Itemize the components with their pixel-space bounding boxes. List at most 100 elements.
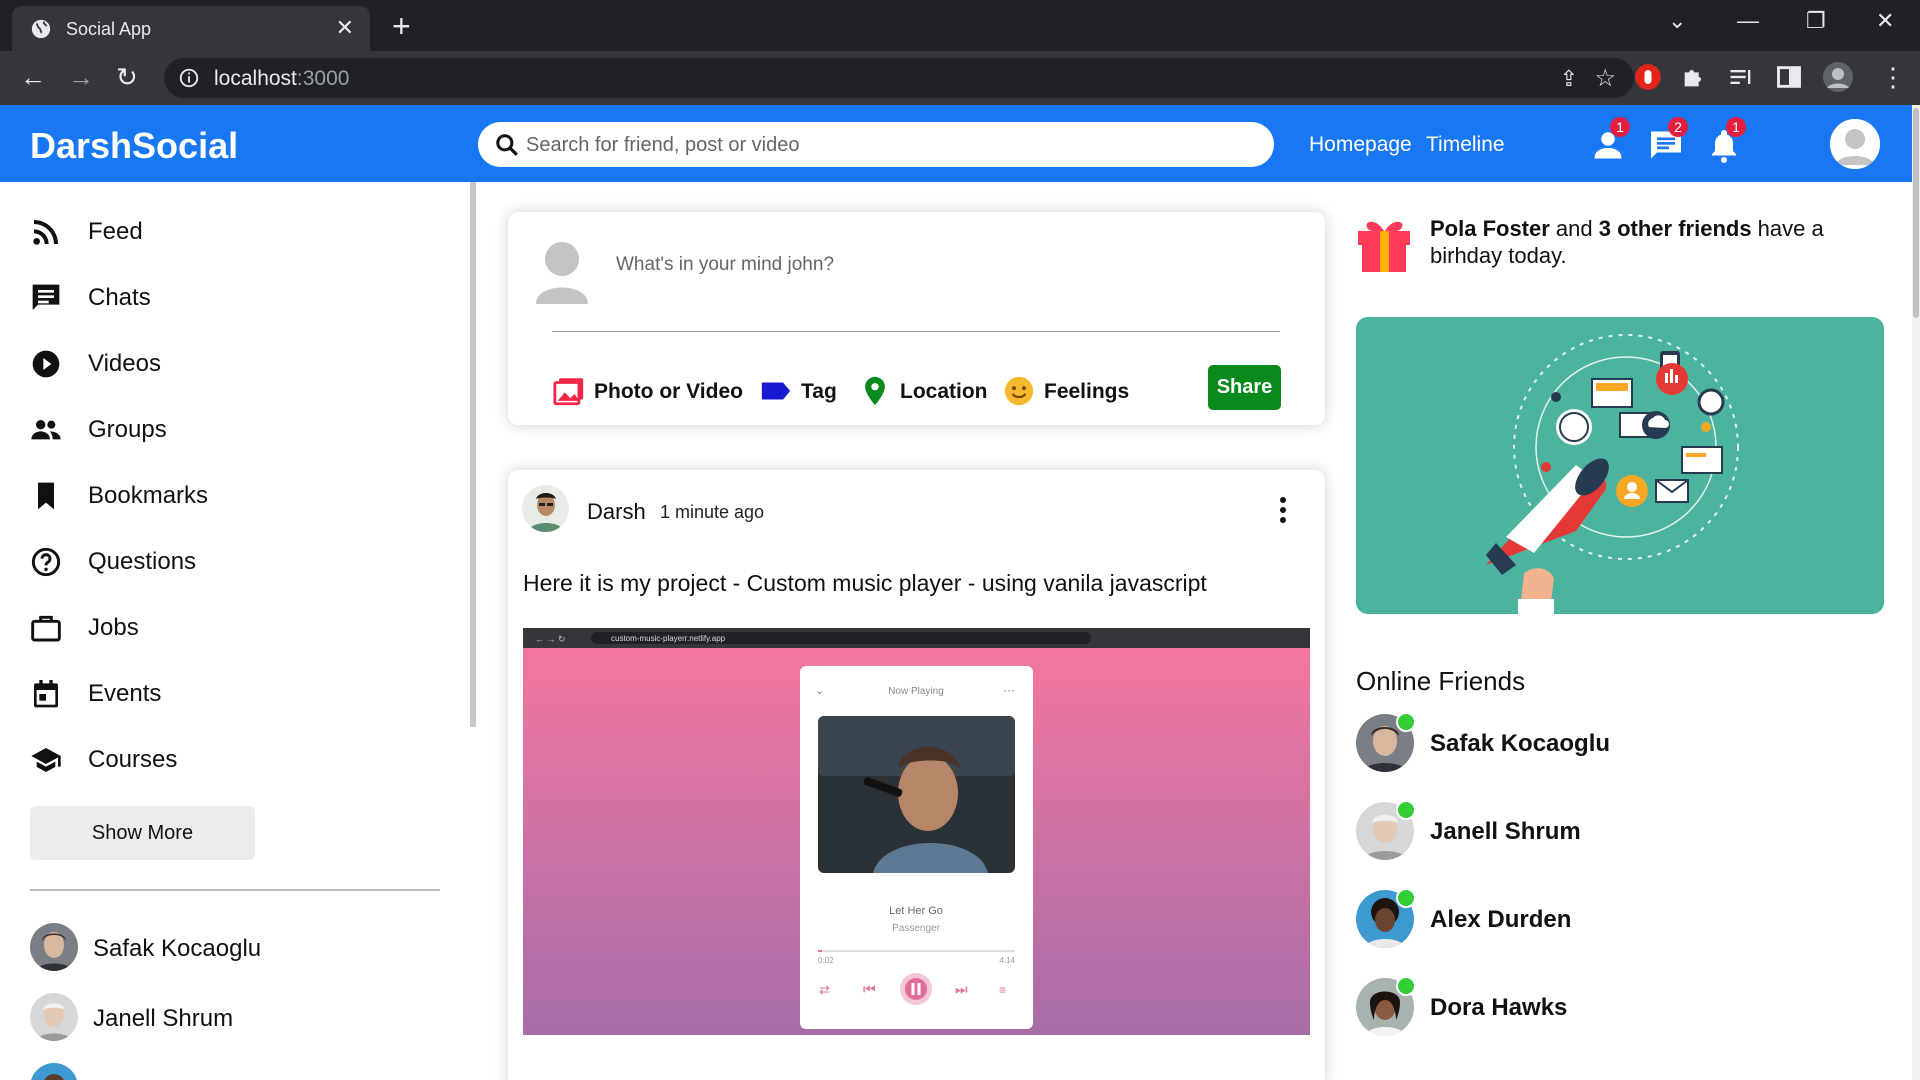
forward-icon[interactable]: → — [68, 62, 94, 93]
option-label: Feelings — [1044, 380, 1130, 403]
more-options-icon[interactable] — [1278, 495, 1288, 525]
info-icon — [179, 68, 199, 88]
share-page-icon[interactable]: ⇪ — [1560, 66, 1578, 92]
calendar-icon — [34, 680, 58, 708]
left-sidebar: Feed Chats Videos Groups Bookmarks Quest… — [0, 182, 470, 1080]
friend-avatar — [30, 993, 78, 1041]
close-tab-icon[interactable]: ✕ — [336, 15, 354, 41]
post-author-name[interactable]: Darsh — [587, 499, 646, 525]
url-host: localhost — [214, 67, 297, 90]
post-text: Here it is my project - Custom music pla… — [523, 570, 1207, 596]
bookmark-icon — [38, 482, 54, 510]
extensions-puzzle-icon[interactable] — [1680, 63, 1708, 91]
default-avatar-icon — [1830, 119, 1880, 169]
sidebar-item-label: Bookmarks — [88, 482, 209, 509]
svg-text:Let Her Go: Let Her Go — [889, 905, 943, 917]
group-icon — [31, 420, 61, 440]
messages-badge: 2 — [1668, 117, 1688, 137]
composer-divider — [552, 331, 1280, 332]
svg-text:4:14: 4:14 — [999, 956, 1015, 965]
chat-icon — [32, 284, 60, 310]
rss-icon — [33, 220, 58, 245]
media-queue-icon[interactable] — [1727, 63, 1755, 91]
friend-name: Janell Shrum — [1430, 818, 1581, 845]
friend-avatar — [30, 923, 78, 971]
app-topbar: DarshSocial Homepage Timeline 1 2 1 — [0, 105, 1912, 182]
sidebar-item-label: Courses — [88, 746, 178, 773]
sidebar-item-label: Chats — [88, 284, 151, 311]
music-player-screenshot: ← → ↻ custom-music-playerr.netlify.app ⌄… — [523, 628, 1310, 1035]
gift-icon — [1358, 221, 1410, 272]
svg-text:⏭: ⏭ — [955, 981, 968, 997]
online-status-dot — [1396, 712, 1416, 732]
post-image[interactable]: ← → ↻ custom-music-playerr.netlify.app ⌄… — [523, 628, 1310, 1035]
sidebar-item-label: Jobs — [88, 614, 139, 641]
url-port: :3000 — [296, 67, 350, 90]
sidebar-divider — [30, 889, 440, 891]
sidebar-scrollbar[interactable] — [470, 182, 476, 727]
globe-icon — [31, 19, 51, 39]
post-timestamp: 1 minute ago — [660, 502, 765, 522]
search-bar[interactable] — [478, 122, 1274, 167]
sidebar-item-label: Videos — [88, 350, 161, 377]
briefcase-icon — [31, 615, 61, 642]
online-status-dot — [1396, 888, 1416, 908]
homepage-link[interactable]: Homepage — [1309, 133, 1412, 157]
emoji-smile-icon — [1004, 376, 1034, 406]
app-logo[interactable]: DarshSocial — [30, 125, 238, 167]
timeline-link[interactable]: Timeline — [1426, 133, 1505, 157]
back-icon[interactable]: ← — [20, 62, 46, 93]
search-input[interactable] — [526, 130, 1226, 160]
friend-avatar — [30, 1063, 78, 1080]
label-tag-icon — [761, 382, 791, 400]
post-card: Darsh 1 minute ago Here it is my project… — [508, 470, 1325, 1080]
new-tab-button[interactable]: + — [392, 8, 411, 45]
svg-text:Passenger: Passenger — [892, 923, 940, 934]
close-window-icon[interactable]: ✕ — [1876, 8, 1894, 34]
birthday-name: Pola Foster — [1430, 216, 1550, 241]
option-label: Tag — [801, 380, 837, 403]
location-pin-icon — [865, 376, 885, 406]
friend-name: Safak Kocaoglu — [93, 935, 262, 962]
bookmark-star-icon[interactable]: ☆ — [1594, 64, 1616, 93]
side-panel-icon[interactable] — [1775, 63, 1803, 91]
option-label: Photo or Video — [594, 380, 743, 403]
browser-menu-icon[interactable]: ⋮ — [1880, 62, 1906, 93]
svg-text:≡: ≡ — [999, 983, 1006, 997]
play-circle-icon — [32, 350, 60, 378]
sidebar-item-label: Feed — [88, 218, 143, 245]
show-more-button[interactable]: Show More — [30, 806, 255, 860]
svg-text:Now Playing: Now Playing — [888, 686, 944, 697]
online-friends-title: Online Friends — [1356, 666, 1526, 696]
svg-text:⇄: ⇄ — [819, 982, 830, 997]
browser-tabbar: Social App ✕ + ⌄ — ❐ ✕ — [0, 0, 1920, 51]
reload-icon[interactable]: ↻ — [116, 62, 138, 93]
browser-tab[interactable]: Social App ✕ — [12, 6, 370, 51]
friend-name: Janell Shrum — [93, 1005, 234, 1032]
extension-hand-icon[interactable] — [1634, 63, 1662, 91]
svg-text:← → ↻: ← → ↻ — [535, 634, 566, 644]
tab-search-icon[interactable]: ⌄ — [1668, 8, 1686, 34]
composer-input[interactable]: What's in your mind john? — [616, 254, 834, 276]
profile-avatar-icon[interactable] — [1822, 61, 1854, 93]
minimize-icon[interactable]: — — [1737, 8, 1759, 34]
photo-library-icon — [553, 378, 584, 406]
sidebar-item-label: Questions — [88, 548, 197, 575]
promo-banner[interactable] — [1356, 317, 1884, 614]
sidebar-item-label: Events — [88, 680, 162, 707]
address-bar[interactable]: localhost:3000 ⇪ ☆ — [164, 58, 1634, 98]
online-status-dot — [1396, 976, 1416, 996]
post-author-avatar[interactable] — [522, 485, 569, 532]
share-button[interactable]: Share — [1208, 365, 1281, 410]
restore-icon[interactable]: ❐ — [1806, 8, 1826, 34]
friend-name: Alex Durden — [1430, 906, 1572, 933]
notifications-badge: 1 — [1726, 117, 1746, 137]
page-scrollbar-thumb[interactable] — [1913, 108, 1919, 318]
search-icon — [496, 134, 518, 156]
user-avatar[interactable] — [1830, 119, 1880, 169]
option-label: Location — [900, 380, 988, 403]
online-status-dot — [1396, 800, 1416, 820]
megaphone-marketing-illustration — [1356, 317, 1884, 614]
composer-avatar — [536, 240, 588, 304]
svg-text:0:02: 0:02 — [818, 956, 834, 965]
